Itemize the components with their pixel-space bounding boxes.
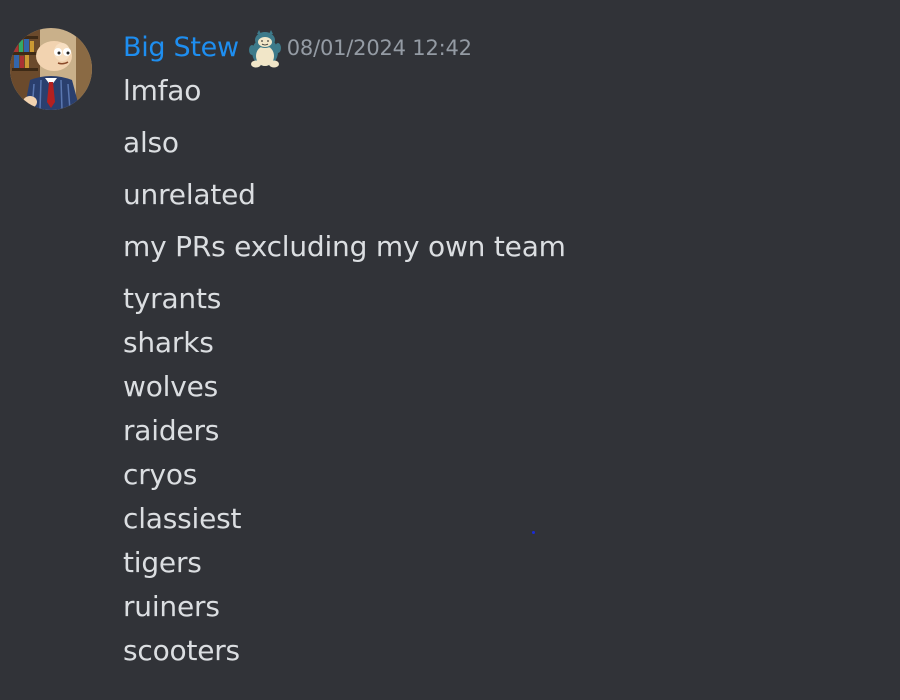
message-line: raiders [123, 414, 220, 447]
cartoon-avatar-icon [10, 28, 92, 110]
message-line: my PRs excluding my own team [123, 230, 566, 263]
message-header: Big Stew 08/01/2024 12:42 [123, 28, 472, 68]
message-line: sharks [123, 326, 214, 359]
message-line: classiest [123, 502, 242, 535]
message-line: lmfao [123, 74, 202, 107]
username[interactable]: Big Stew [123, 30, 239, 66]
message-line: cryos [123, 458, 198, 491]
message-group: Big Stew 08/01/2024 12:42 lmfao also unr… [0, 0, 900, 700]
message-line: tyrants [123, 282, 222, 315]
message-line: tigers [123, 546, 202, 579]
message-line: scooters [123, 634, 240, 667]
message-line: wolves [123, 370, 218, 403]
message-line: ruiners [123, 590, 220, 623]
cursor-dot [532, 531, 535, 534]
message-line: also [123, 126, 179, 159]
snorlax-badge-icon [247, 28, 283, 68]
user-avatar[interactable] [10, 28, 92, 110]
timestamp[interactable]: 08/01/2024 12:42 [287, 30, 472, 66]
message-line: unrelated [123, 178, 256, 211]
